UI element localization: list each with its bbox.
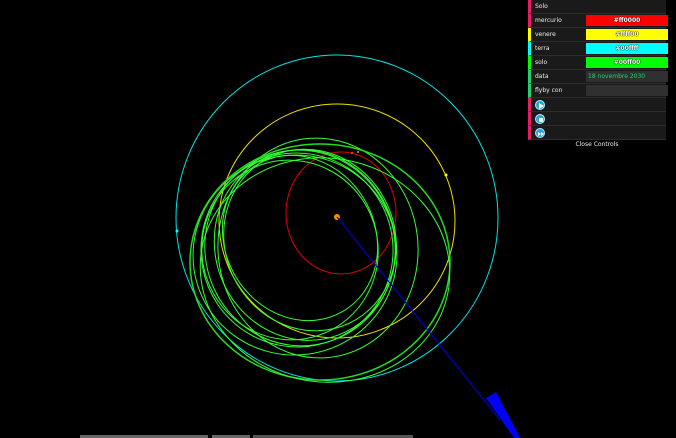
flyby-input[interactable] bbox=[586, 85, 668, 96]
play-row[interactable] bbox=[528, 98, 666, 112]
earth-marker bbox=[175, 229, 179, 233]
stop-icon[interactable] bbox=[535, 114, 545, 124]
fast-forward-icon[interactable] bbox=[535, 128, 545, 138]
flyby-label: flyby con bbox=[535, 87, 563, 94]
solo-label: solo bbox=[535, 59, 548, 66]
solo-color-picker[interactable]: #00ff00 bbox=[586, 57, 668, 68]
venus-marker bbox=[444, 173, 448, 177]
data-label: data bbox=[535, 73, 549, 80]
venere-row: venere #ffff00 bbox=[528, 28, 668, 42]
forward-row[interactable] bbox=[528, 126, 666, 140]
mercury-marker-2 bbox=[357, 151, 359, 153]
stop-row[interactable] bbox=[528, 112, 666, 126]
flyby-row: flyby con bbox=[528, 84, 668, 98]
mercurio-color-picker[interactable]: #ff0000 bbox=[586, 15, 668, 26]
solo-row: solo #00ff00 bbox=[528, 56, 668, 70]
solo-header-label: Solo bbox=[535, 3, 548, 10]
terra-row: terra #00ffff bbox=[528, 42, 668, 56]
play-icon[interactable] bbox=[535, 100, 545, 110]
venus-orbit bbox=[218, 103, 456, 339]
data-input[interactable]: 18 novembre 2030 bbox=[586, 71, 668, 82]
close-controls-button[interactable]: Close Controls bbox=[528, 140, 666, 150]
terra-label: terra bbox=[535, 45, 550, 52]
data-row: data 18 novembre 2030 bbox=[528, 70, 668, 84]
direction-arrow-icon bbox=[486, 392, 520, 438]
mercurio-row: mercurio #ff0000 bbox=[528, 14, 668, 28]
venere-color-picker[interactable]: #ffff00 bbox=[586, 29, 668, 40]
mercury-marker bbox=[350, 151, 354, 155]
venere-label: venere bbox=[535, 31, 556, 38]
control-panel: Solo mercurio #ff0000 venere #ffff00 ter… bbox=[528, 0, 668, 150]
mercurio-label: mercurio bbox=[535, 17, 562, 24]
terra-color-picker[interactable]: #00ffff bbox=[586, 43, 668, 54]
solo-header-row: Solo bbox=[528, 0, 666, 14]
